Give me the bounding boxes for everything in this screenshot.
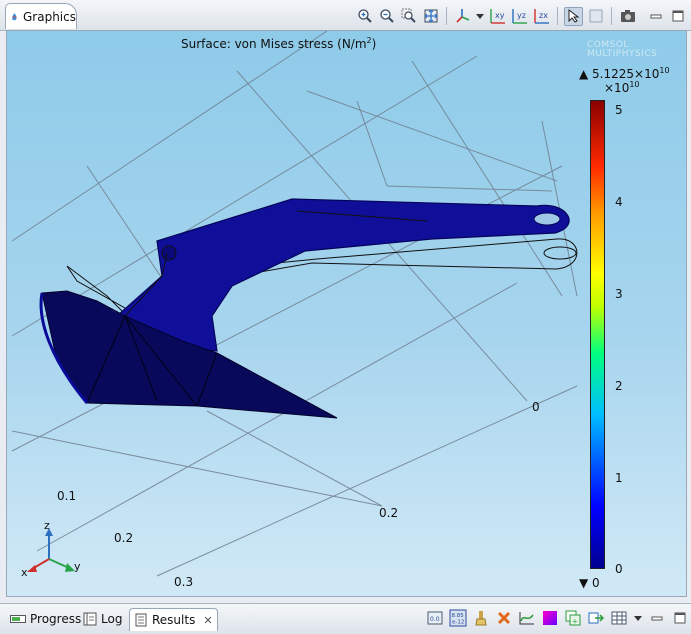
table-layout-icon[interactable] [610, 609, 628, 627]
colorbar-max-label: ▲ 5.1225×1010 [579, 66, 670, 81]
dropdown-arrow-icon[interactable] [475, 7, 485, 26]
close-icon[interactable]: ✕ [203, 614, 212, 627]
transparency-icon[interactable] [586, 7, 605, 26]
progress-icon [10, 615, 26, 623]
graphics-tab-label: Graphics [23, 9, 76, 24]
tab-results-label: Results [152, 613, 196, 627]
graphics-tab[interactable]: Graphics [5, 3, 77, 29]
triad-x-label: x [21, 566, 28, 579]
toolbar-separator [446, 7, 447, 25]
axis-tick-label: 0.1 [57, 489, 77, 503]
minimize-panel-icon[interactable] [648, 609, 666, 627]
screenshot-icon[interactable] [618, 7, 637, 26]
toolbar-separator [557, 7, 558, 25]
tab-progress-label: Progress [30, 612, 82, 626]
tab-log[interactable]: Log [83, 608, 122, 630]
tab-results[interactable]: Results ✕ [129, 608, 218, 631]
maximize-panel-icon[interactable] [671, 609, 689, 627]
view-zx-icon[interactable]: zx [532, 7, 551, 26]
svg-text:xy: xy [495, 11, 505, 20]
svg-text:8.85: 8.85 [452, 613, 465, 619]
svg-text:0.0: 0.0 [430, 616, 440, 623]
axis-tick-label: 0 [532, 400, 540, 414]
colorbar-tick: 3 [615, 287, 623, 301]
zoom-in-icon[interactable] [355, 7, 374, 26]
color-table-icon[interactable] [541, 609, 559, 627]
zoom-box-icon[interactable] [399, 7, 418, 26]
svg-text:+: + [572, 618, 578, 626]
colorbar-tick: 1 [615, 471, 623, 485]
colorbar [590, 100, 605, 569]
tab-log-label: Log [101, 612, 123, 626]
svg-text:e-12: e-12 [452, 620, 464, 626]
results-toolbar: 0.0 8.85 e-12 + [426, 609, 689, 627]
toolbar-separator [611, 7, 612, 25]
svg-text:yz: yz [517, 11, 526, 20]
plot-title: Surface: von Mises stress (N/m2) [181, 36, 377, 51]
bottom-panel: Progress Log Results ✕ 0.0 8.85 e-12 + [0, 603, 691, 634]
view-menu-icon[interactable] [633, 609, 643, 627]
triad-y-label: y [74, 560, 81, 573]
zoom-out-icon[interactable] [377, 7, 396, 26]
view-xy-icon[interactable]: xy [488, 7, 507, 26]
colorbar-tick: 5 [615, 103, 623, 117]
axis-tick-label: 0.2 [379, 506, 399, 520]
triad-z-label: z [44, 519, 50, 532]
precision-badge-icon[interactable]: 8.85 e-12 [449, 609, 467, 627]
select-mode-icon[interactable] [564, 6, 583, 26]
colorbar-tick: 4 [615, 195, 623, 209]
axis-orientation-icon[interactable] [453, 7, 472, 26]
graphics-icon [12, 12, 17, 20]
colorbar-tick: 0 [615, 562, 623, 576]
axis-triad [27, 528, 75, 572]
graphics-toolbar: xy yz zx [355, 5, 687, 27]
export-icon[interactable] [587, 609, 605, 627]
clear-icon[interactable] [495, 609, 513, 627]
copy-table-icon[interactable]: + [564, 609, 582, 627]
axis-tick-label: 0.3 [174, 575, 194, 589]
anchor-part [39, 198, 570, 419]
maximize-icon[interactable] [668, 7, 687, 26]
view-yz-icon[interactable]: yz [510, 7, 529, 26]
zoom-extents-icon[interactable] [421, 7, 440, 26]
log-icon [83, 612, 97, 626]
colorbar-multiplier: ×1010 [604, 80, 640, 95]
results-icon [135, 613, 147, 627]
colorbar-min-label: ▼ 0 [579, 576, 600, 590]
model-scene [11, 31, 578, 577]
brush-icon[interactable] [472, 609, 490, 627]
svg-text:zx: zx [539, 11, 548, 20]
graphics-viewport[interactable]: COMSOL MULTIPHYSICS Surface: von Mises st… [6, 30, 687, 597]
colorbar-tick: 2 [615, 379, 623, 393]
tab-progress[interactable]: Progress [10, 608, 81, 630]
minimize-icon[interactable] [646, 7, 665, 26]
graphics-header: Graphics xy yz zx [0, 0, 691, 31]
axis-tick-label: 0.2 [114, 531, 134, 545]
plot-graph-icon[interactable] [518, 609, 536, 627]
software-logo: COMSOL MULTIPHYSICS [587, 40, 658, 59]
table-format-icon[interactable]: 0.0 [426, 609, 444, 627]
